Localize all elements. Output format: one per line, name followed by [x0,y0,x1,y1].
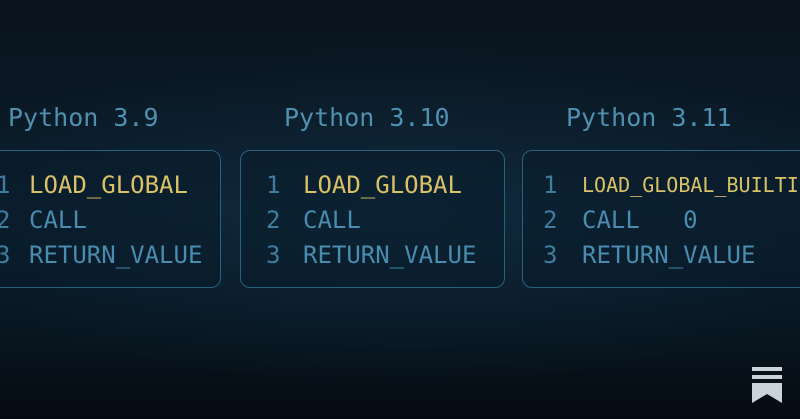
opcode: RETURN_VALUE [303,241,477,269]
line-number: 3 [0,240,20,270]
opcode: RETURN_VALUE [582,241,756,269]
opcode: CALL 0 [582,206,698,234]
line-number: 3 [266,241,281,269]
line-number: 1 [0,170,20,200]
line-number: 1 [543,171,558,199]
opcode: CALL [29,206,87,234]
opcode: RETURN_VALUE [29,241,203,269]
bytecode-line: 1 LOAD_GLOBAL [0,170,220,200]
bytecode-panel-3-9: 1 LOAD_GLOBAL 2 CALL 3 RETURN_VALUE [0,150,221,288]
bytecode-line: 3 RETURN_VALUE [241,240,504,270]
version-title-3-11: Python 3.11 [566,103,732,132]
version-title-3-10: Python 3.10 [284,103,450,132]
bytecode-line: 1 LOAD_GLOBAL [241,170,504,200]
bookmark-stack-icon [752,367,782,403]
line-number: 2 [266,206,281,234]
bytecode-line: 2 CALL [0,205,220,235]
opcode: LOAD_GLOBAL [29,171,188,199]
opcode: LOAD_GLOBAL [303,171,462,199]
opcode: LOAD_GLOBAL_BUILTIN [582,173,800,197]
bytecode-panel-3-11: 1 LOAD_GLOBAL_BUILTIN 2 CALL 0 3 RETURN_… [522,150,800,288]
bytecode-line: 1 LOAD_GLOBAL_BUILTIN [523,170,800,200]
bytecode-line: 2 CALL [241,205,504,235]
opcode: CALL [303,206,361,234]
line-number: 1 [266,171,281,199]
line-number: 2 [0,205,20,235]
line-number: 2 [543,206,558,234]
version-title-3-9: Python 3.9 [8,103,159,132]
bytecode-line: 3 RETURN_VALUE [523,240,800,270]
line-number: 3 [543,241,558,269]
bytecode-line: 3 RETURN_VALUE [0,240,220,270]
bytecode-panel-3-10: 1 LOAD_GLOBAL 2 CALL 3 RETURN_VALUE [240,150,505,288]
bytecode-line: 2 CALL 0 [523,205,800,235]
